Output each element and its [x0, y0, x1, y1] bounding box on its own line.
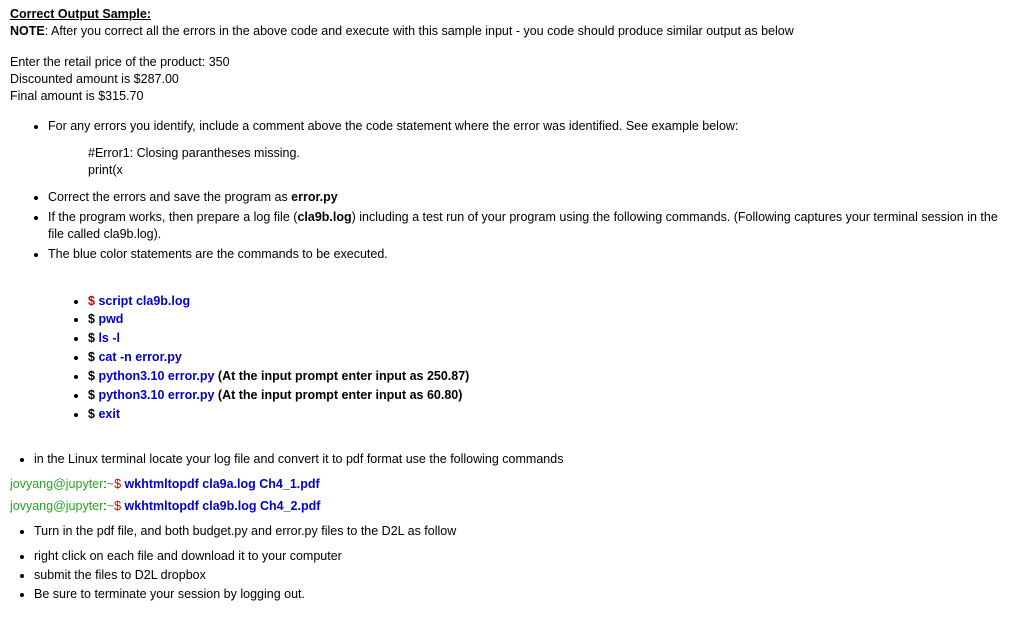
turnin-block-2: right click on each file and download it…	[10, 548, 1014, 603]
error-comment: #Error1: Closing parantheses missing.	[88, 145, 1014, 162]
sample-output: Enter the retail price of the product: 3…	[10, 54, 1014, 105]
cmd-script: $ script cla9b.log	[88, 293, 1014, 310]
document-content: Correct Output Sample: NOTE: After you c…	[10, 6, 1014, 603]
instruction-item-4: The blue color statements are the comman…	[48, 246, 1014, 263]
turnin-1: Turn in the pdf file, and both budget.py…	[34, 523, 1014, 540]
error-code: print(x	[88, 162, 1014, 179]
sample-line-2: Discounted amount is $287.00	[10, 71, 1014, 88]
cmd-python-1: $ python3.10 error.py (At the input prom…	[88, 368, 1014, 385]
error-example: #Error1: Closing parantheses missing. pr…	[88, 145, 1014, 179]
pdf-convert-block: in the Linux terminal locate your log fi…	[10, 451, 1014, 468]
cmd-cat: $ cat -n error.py	[88, 349, 1014, 366]
cmd-python-2: $ python3.10 error.py (At the input prom…	[88, 387, 1014, 404]
note-text: : After you correct all the errors in th…	[45, 24, 794, 38]
cmd-ls: $ ls -l	[88, 330, 1014, 347]
sample-line-1: Enter the retail price of the product: 3…	[10, 54, 1014, 71]
cmd-pwd: $ pwd	[88, 311, 1014, 328]
instruction-item-1: For any errors you identify, include a c…	[48, 118, 1014, 179]
sample-line-3: Final amount is $315.70	[10, 88, 1014, 105]
header-block: Correct Output Sample: NOTE: After you c…	[10, 6, 1014, 40]
instruction-item-3: If the program works, then prepare a log…	[48, 209, 1014, 243]
turnin-2: right click on each file and download it…	[34, 548, 1014, 565]
pdf-intro: in the Linux terminal locate your log fi…	[34, 451, 1014, 468]
cmd-exit: $ exit	[88, 406, 1014, 423]
section-title: Correct Output Sample:	[10, 7, 151, 21]
pdf-cmd-1: jovyang@jupyter:~$ wkhtmltopdf cla9a.log…	[10, 476, 1014, 493]
commands-list: $ script cla9b.log $ pwd $ ls -l $ cat -…	[50, 293, 1014, 423]
pdf-cmd-2: jovyang@jupyter:~$ wkhtmltopdf cla9b.log…	[10, 498, 1014, 515]
instructions-list: For any errors you identify, include a c…	[10, 118, 1014, 262]
instruction-item-2: Correct the errors and save the program …	[48, 189, 1014, 206]
turnin-3: submit the files to D2L dropbox	[34, 567, 1014, 584]
turnin-block-1: Turn in the pdf file, and both budget.py…	[10, 523, 1014, 540]
note-label: NOTE	[10, 24, 45, 38]
turnin-4: Be sure to terminate your session by log…	[34, 586, 1014, 603]
